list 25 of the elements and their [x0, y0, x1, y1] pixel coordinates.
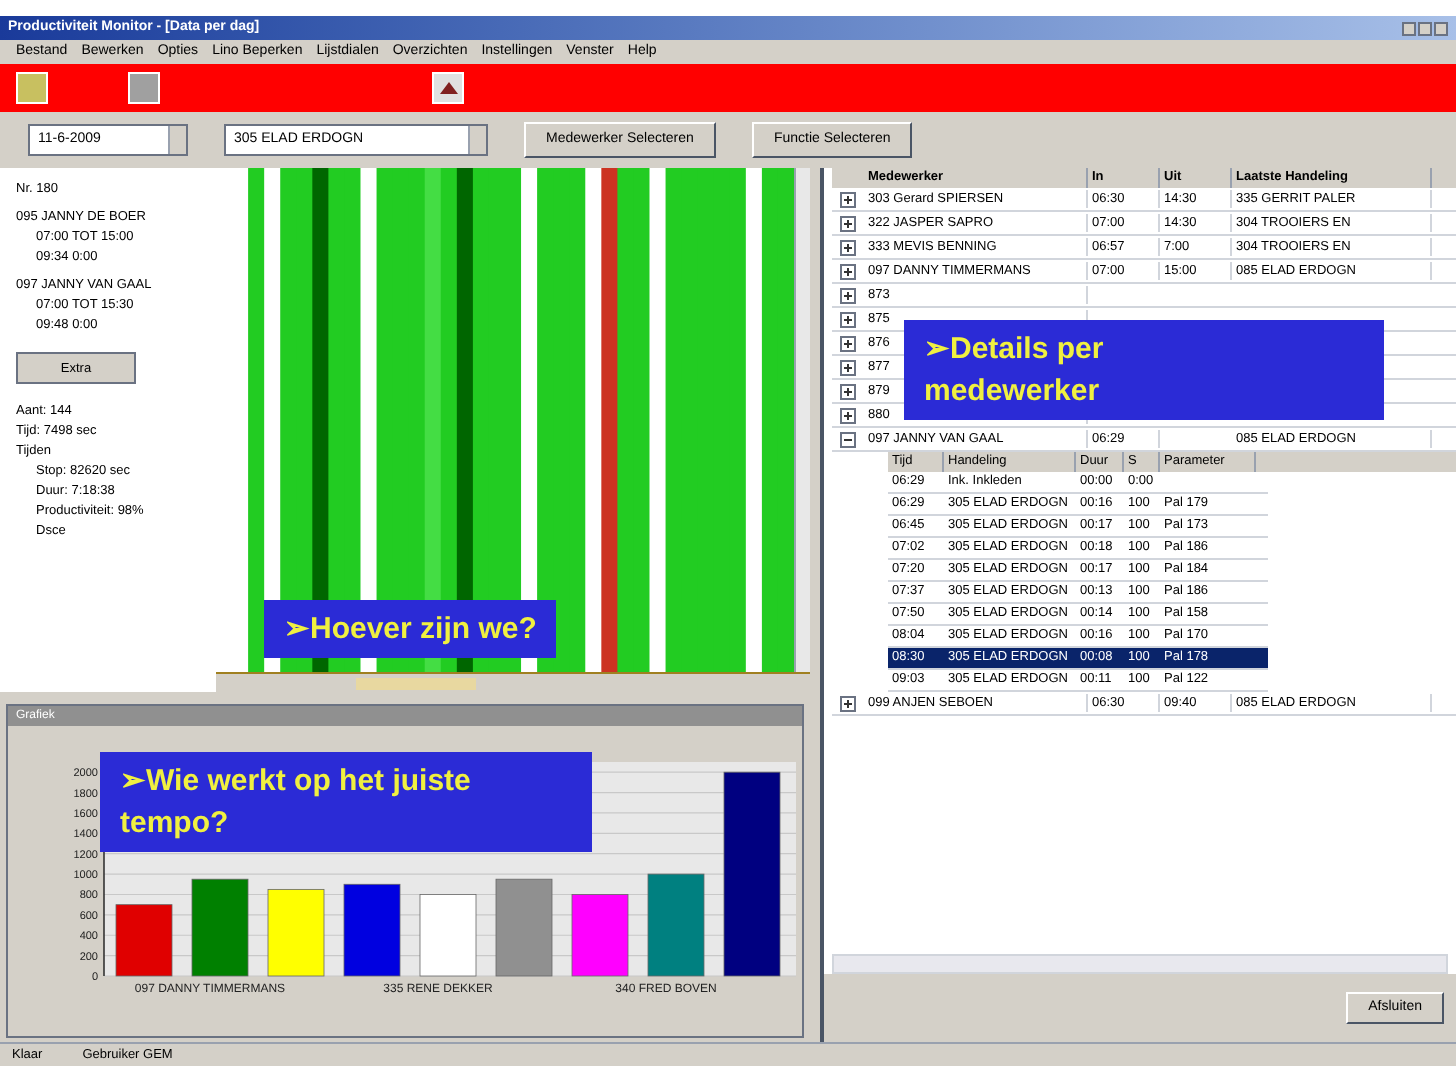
expand-toggle-icon[interactable] — [840, 263, 856, 279]
chart-bar — [115, 904, 173, 977]
expand-toggle-icon[interactable] — [840, 335, 856, 351]
expand-toggle-icon[interactable] — [840, 239, 856, 255]
expand-toggle-icon[interactable] — [840, 383, 856, 399]
expand-toggle-icon[interactable] — [840, 359, 856, 375]
expand-toggle-icon[interactable] — [840, 215, 856, 231]
callout-banner: ➢Details per medewerker — [904, 320, 1384, 420]
scroll-thumb[interactable] — [356, 677, 476, 689]
expand-toggle-icon[interactable] — [840, 407, 856, 423]
callout-banner: ➢Hoever zijn we? — [264, 600, 557, 658]
chart-bar — [267, 889, 325, 977]
callout-banner: ➢Wie werkt op het juiste tempo? — [100, 752, 592, 852]
chart-bar — [571, 894, 629, 977]
chart-bar — [343, 883, 401, 977]
chart-bar — [191, 878, 249, 977]
expand-toggle-icon[interactable] — [840, 287, 856, 303]
chart-bar — [647, 873, 705, 977]
chart-bar — [495, 878, 553, 977]
expand-toggle-icon[interactable] — [840, 431, 856, 447]
expand-toggle-icon[interactable] — [840, 695, 856, 711]
expand-toggle-icon[interactable] — [840, 191, 856, 207]
vertical-scrollbar[interactable] — [794, 168, 810, 672]
expand-toggle-icon[interactable] — [840, 311, 856, 327]
chart-bar — [419, 894, 477, 977]
